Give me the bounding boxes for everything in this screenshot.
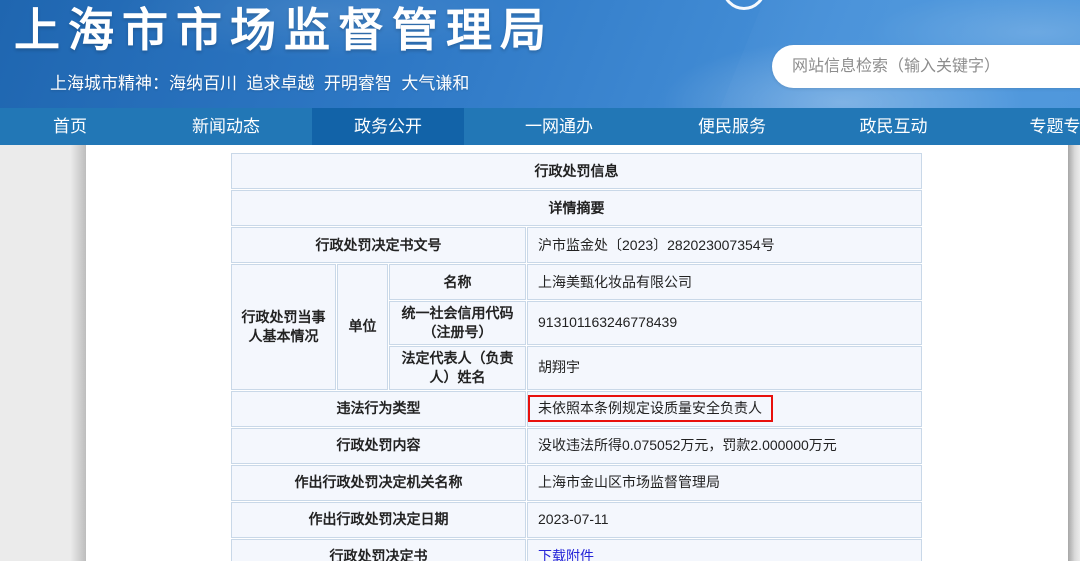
site-search-box[interactable] — [772, 45, 1080, 88]
doc-no-label: 行政处罚决定书文号 — [231, 227, 526, 263]
table-row: 作出行政处罚决定机关名称 上海市金山区市场监督管理局 — [231, 465, 922, 501]
credit-code-label: 统一社会信用代码（注册号） — [389, 301, 526, 345]
table-row: 行政处罚决定书 下载附件 — [231, 539, 922, 561]
nav-item-home[interactable]: 首页 — [0, 108, 140, 145]
table-subtitle: 详情摘要 — [231, 190, 922, 226]
vertical-scrollbar[interactable] — [1068, 145, 1080, 561]
violation-type-highlight: 未依照本条例规定设质量安全负责人 — [528, 395, 773, 422]
company-name-value: 上海美甄化妆品有限公司 — [527, 264, 922, 300]
table-row: 违法行为类型 未依照本条例规定设质量安全负责人 — [231, 391, 922, 427]
penalty-content-value: 没收违法所得0.075052万元，罚款2.000000万元 — [527, 428, 922, 464]
left-gutter — [0, 145, 86, 561]
party-section-label: 行政处罚当事人基本情况 — [231, 264, 336, 390]
decision-date-value: 2023-07-11 — [527, 502, 922, 538]
nav-item-public-interaction[interactable]: 政民互动 — [810, 108, 977, 145]
authority-label: 作出行政处罚决定机关名称 — [231, 465, 526, 501]
decision-doc-value: 下载附件 — [527, 539, 922, 561]
penalty-info-table: 行政处罚信息 详情摘要 行政处罚决定书文号 沪市监金处〔2023〕2820230… — [230, 152, 923, 561]
penalty-content-label: 行政处罚内容 — [231, 428, 526, 464]
table-row: 行政处罚信息 — [231, 153, 922, 189]
table-row: 行政处罚内容 没收违法所得0.075052万元，罚款2.000000万元 — [231, 428, 922, 464]
content-area: 行政处罚信息 详情摘要 行政处罚决定书文号 沪市监金处〔2023〕2820230… — [0, 145, 1080, 561]
company-name-label: 名称 — [389, 264, 526, 300]
table-row: 详情摘要 — [231, 190, 922, 226]
credit-code-value: 913101163246778439 — [527, 301, 922, 345]
decision-date-label: 作出行政处罚决定日期 — [231, 502, 526, 538]
emblem-arc-icon — [722, 0, 766, 10]
table-row: 作出行政处罚决定日期 2023-07-11 — [231, 502, 922, 538]
site-subtitle: 上海城市精神：海纳百川 追求卓越 开明睿智 大气谦和 — [50, 69, 469, 94]
search-input[interactable] — [772, 45, 1080, 88]
nav-item-news[interactable]: 新闻动态 — [140, 108, 312, 145]
authority-value: 上海市金山区市场监督管理局 — [527, 465, 922, 501]
table-title: 行政处罚信息 — [231, 153, 922, 189]
nav-item-special-topics[interactable]: 专题专栏 — [977, 108, 1080, 145]
nav-item-gov-disclosure[interactable]: 政务公开 — [312, 108, 464, 145]
party-type-label: 单位 — [337, 264, 388, 390]
download-attachment-link[interactable]: 下载附件 — [538, 548, 594, 561]
table-row: 行政处罚决定书文号 沪市监金处〔2023〕282023007354号 — [231, 227, 922, 263]
nav-item-public-service[interactable]: 便民服务 — [654, 108, 810, 145]
doc-no-value: 沪市监金处〔2023〕282023007354号 — [527, 227, 922, 263]
legal-rep-label: 法定代表人（负责人）姓名 — [389, 346, 526, 390]
nav-item-one-stop-service[interactable]: 一网通办 — [464, 108, 654, 145]
site-header: 上海市市场监督管理局 上海城市精神：海纳百川 追求卓越 开明睿智 大气谦和 — [0, 0, 1080, 108]
legal-rep-value: 胡翔宇 — [527, 346, 922, 390]
site-title: 上海市市场监督管理局 — [14, 0, 554, 60]
decision-doc-label: 行政处罚决定书 — [231, 539, 526, 561]
table-row: 行政处罚当事人基本情况 单位 名称 上海美甄化妆品有限公司 — [231, 264, 922, 300]
violation-type-label: 违法行为类型 — [231, 391, 526, 427]
violation-type-value: 未依照本条例规定设质量安全负责人 — [527, 391, 922, 427]
main-navbar: 首页 新闻动态 政务公开 一网通办 便民服务 政民互动 专题专栏 — [0, 108, 1080, 145]
